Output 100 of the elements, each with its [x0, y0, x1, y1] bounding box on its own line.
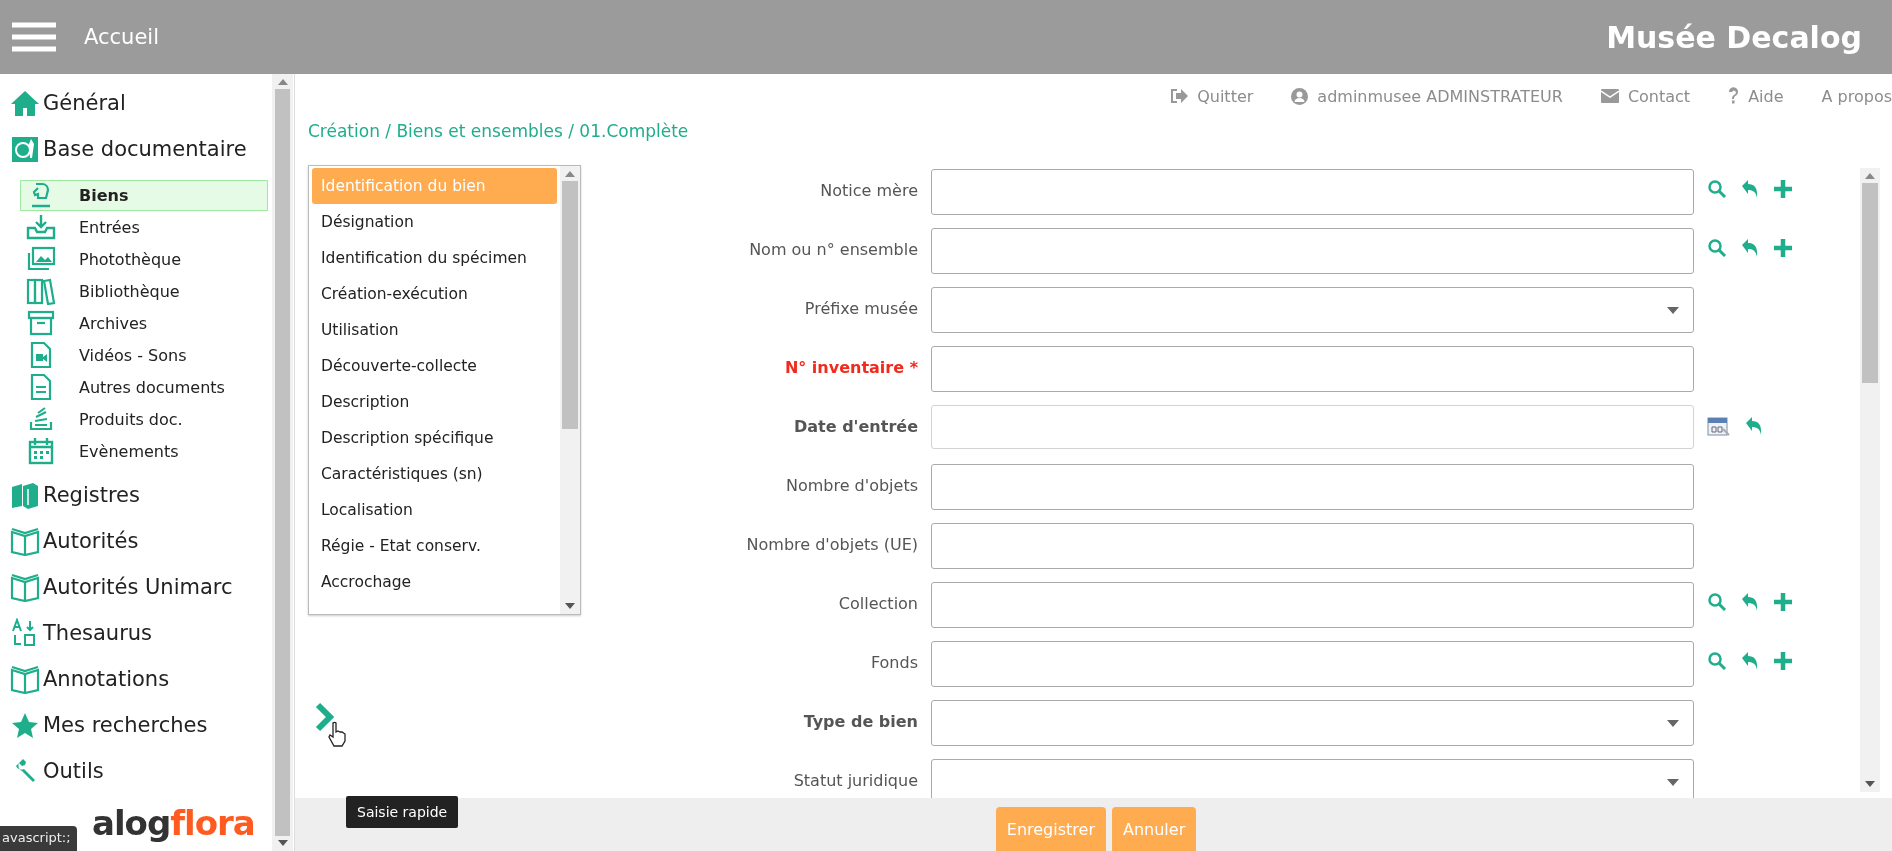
section-item[interactable]: Caractéristiques (sn)	[312, 456, 557, 492]
undo-icon[interactable]	[1741, 179, 1759, 199]
field-label: Notice mère	[819, 180, 918, 200]
books-icon	[9, 481, 40, 509]
input-field[interactable]	[931, 464, 1694, 510]
logo-text: flora	[170, 803, 255, 843]
scrollbar[interactable]	[1860, 168, 1880, 792]
logo-text: alog	[92, 803, 171, 843]
section-item[interactable]: Découverte-collecte	[312, 348, 557, 384]
nav-label: Biens	[79, 185, 129, 205]
logout-icon	[1170, 88, 1189, 104]
header-link[interactable]: Contact	[1600, 86, 1691, 106]
nav-item[interactable]: Base documentaire	[6, 126, 272, 172]
undo-icon[interactable]	[1741, 592, 1759, 612]
nav-label: Thesaurus	[43, 621, 153, 645]
undo-icon[interactable]	[1741, 238, 1759, 258]
scroll-down-icon[interactable]	[1865, 781, 1875, 787]
section-item[interactable]: Description	[312, 384, 557, 420]
input-field[interactable]	[931, 582, 1694, 628]
nav-subitem[interactable]: Entrées	[20, 212, 268, 243]
header-link[interactable]: A propos	[1821, 86, 1892, 106]
input-field[interactable]	[931, 346, 1694, 392]
chevron-icon[interactable]	[315, 702, 335, 732]
menu-icon[interactable]	[12, 22, 56, 52]
nav-label: Annotations	[43, 667, 170, 691]
nav-label: Bibliothèque	[79, 281, 180, 301]
select-field[interactable]	[931, 287, 1694, 333]
input-field[interactable]	[931, 523, 1694, 569]
add-icon[interactable]	[1773, 238, 1793, 258]
input-field[interactable]	[931, 641, 1694, 687]
search-icon[interactable]	[1707, 592, 1727, 612]
input-field[interactable]	[931, 228, 1694, 274]
nav-label: Autorités	[43, 529, 139, 553]
nav-item[interactable]: Outils	[6, 748, 272, 794]
document-icon	[29, 373, 53, 402]
nav-subitem[interactable]: Archives	[20, 308, 268, 339]
nav-subitem[interactable]: Vidéos - Sons	[20, 340, 268, 371]
caret-icon	[1667, 306, 1679, 314]
nav-subitem[interactable]: Evènements	[20, 436, 268, 467]
field-label: Fonds	[869, 652, 918, 672]
status-tooltip: avascript:;	[0, 826, 77, 851]
stack-icon	[28, 406, 54, 433]
field-label: Date d'entrée	[793, 416, 918, 436]
scroll-up-icon[interactable]	[1865, 173, 1875, 179]
user-icon	[1291, 87, 1309, 105]
search-icon[interactable]	[1707, 179, 1727, 199]
nav-label: Outils	[43, 759, 104, 783]
add-icon[interactable]	[1773, 179, 1793, 199]
section-item[interactable]: Identification du spécimen	[312, 240, 557, 276]
nav-item[interactable]: Autorités Unimarc	[6, 564, 272, 610]
nav-label: Registres	[43, 483, 140, 507]
nav-label: Autres documents	[79, 377, 225, 397]
scrollbar[interactable]	[560, 166, 580, 614]
nav-subitem[interactable]: Autres documents	[20, 372, 268, 403]
search-icon[interactable]	[1707, 238, 1727, 258]
section-item[interactable]: Description spécifique	[312, 420, 557, 456]
scroll-down-icon[interactable]	[277, 840, 288, 846]
select-field[interactable]	[931, 700, 1694, 746]
section-item[interactable]: Accrochage	[312, 564, 557, 600]
calendar-icon[interactable]	[1707, 415, 1731, 437]
scrollbar[interactable]	[272, 74, 293, 851]
video-file-icon	[29, 341, 53, 370]
calendar-icon	[28, 437, 54, 466]
section-item[interactable]: Utilisation	[312, 312, 557, 348]
archive-box-icon	[27, 310, 55, 337]
nav-subitem[interactable]: Biens	[20, 180, 268, 211]
section-item[interactable]: Création-exécution	[312, 276, 557, 312]
add-icon[interactable]	[1773, 651, 1793, 671]
nav-label: Archives	[79, 313, 148, 333]
hand-cursor-icon	[327, 721, 347, 747]
search-icon[interactable]	[1707, 651, 1727, 671]
nav-label: Vidéos - Sons	[79, 345, 187, 365]
scroll-down-icon[interactable]	[565, 603, 575, 609]
date-field[interactable]	[931, 405, 1694, 449]
nav-subitem[interactable]: Bibliothèque	[20, 276, 268, 307]
add-icon[interactable]	[1773, 592, 1793, 612]
section-item[interactable]: Localisation	[312, 492, 557, 528]
section-item[interactable]: Désignation	[312, 204, 557, 240]
field-label: Type de bien	[802, 711, 918, 731]
tooltip: Saisie rapide	[346, 796, 459, 828]
images-icon	[26, 246, 56, 273]
nav-subitem[interactable]: Photothèque	[20, 244, 268, 275]
nav-item[interactable]: Autorités	[6, 518, 272, 564]
nav-item[interactable]: Annotations	[6, 656, 272, 702]
undo-icon[interactable]	[1745, 416, 1763, 436]
input-field[interactable]	[931, 169, 1694, 215]
nav-subitem[interactable]: Produits doc.	[20, 404, 268, 435]
field-label: Préfixe musée	[803, 298, 918, 318]
section-item[interactable]: Régie - Etat conserv.	[312, 528, 557, 564]
field-label: Nom ou n° ensemble	[748, 239, 918, 259]
nav-label: Mes recherches	[43, 713, 208, 737]
scroll-up-icon[interactable]	[565, 171, 575, 177]
nav-item[interactable]: Registres	[6, 472, 272, 518]
undo-icon[interactable]	[1741, 651, 1759, 671]
nav-item[interactable]: Général	[6, 80, 272, 126]
nav-label: Base documentaire	[43, 137, 247, 161]
field-label: Collection	[837, 593, 918, 613]
scroll-up-icon[interactable]	[277, 79, 288, 85]
nav-item[interactable]: Thesaurus	[6, 610, 272, 656]
nav-item[interactable]: Mes recherches	[6, 702, 272, 748]
